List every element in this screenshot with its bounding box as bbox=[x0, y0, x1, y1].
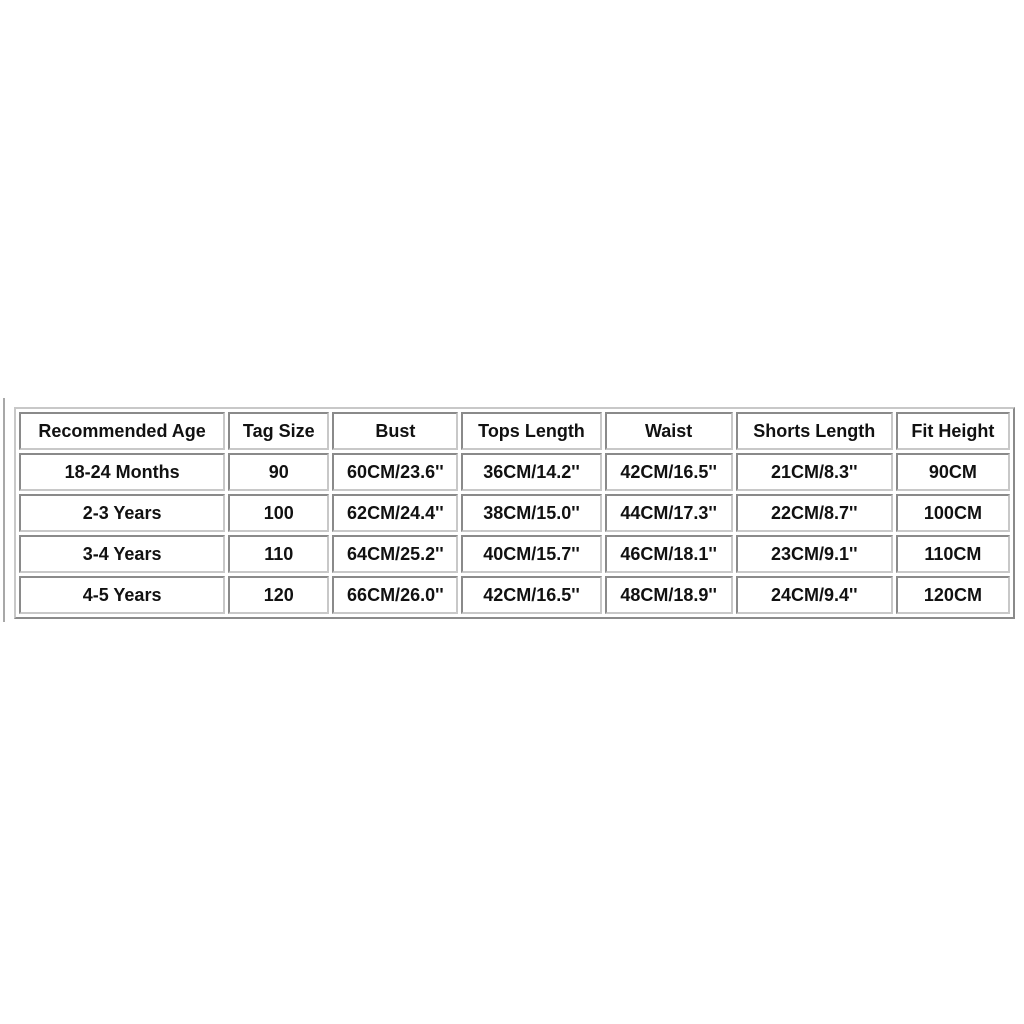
cell-waist: 42CM/16.5'' bbox=[604, 453, 733, 491]
cell-age: 3-4 Years bbox=[19, 535, 226, 573]
cell-fit-height: 100CM bbox=[895, 494, 1010, 532]
left-divider-line bbox=[3, 398, 5, 622]
cell-waist: 48CM/18.9'' bbox=[604, 576, 733, 614]
header-fit-height: Fit Height bbox=[895, 412, 1010, 450]
cell-waist: 44CM/17.3'' bbox=[604, 494, 733, 532]
table-row: 4-5 Years 120 66CM/26.0'' 42CM/16.5'' 48… bbox=[19, 576, 1010, 614]
cell-tops-length: 36CM/14.2'' bbox=[461, 453, 602, 491]
cell-age: 4-5 Years bbox=[19, 576, 226, 614]
table-row: 3-4 Years 110 64CM/25.2'' 40CM/15.7'' 46… bbox=[19, 535, 1010, 573]
cell-age: 2-3 Years bbox=[19, 494, 226, 532]
cell-age: 18-24 Months bbox=[19, 453, 226, 491]
cell-bust: 62CM/24.4'' bbox=[332, 494, 459, 532]
cell-tag-size: 120 bbox=[228, 576, 330, 614]
cell-shorts-length: 23CM/9.1'' bbox=[735, 535, 893, 573]
cell-tag-size: 110 bbox=[228, 535, 330, 573]
cell-waist: 46CM/18.1'' bbox=[604, 535, 733, 573]
header-waist: Waist bbox=[604, 412, 733, 450]
cell-tag-size: 90 bbox=[228, 453, 330, 491]
header-bust: Bust bbox=[332, 412, 459, 450]
cell-tops-length: 38CM/15.0'' bbox=[461, 494, 602, 532]
header-tops-length: Tops Length bbox=[461, 412, 602, 450]
table-row: 2-3 Years 100 62CM/24.4'' 38CM/15.0'' 44… bbox=[19, 494, 1010, 532]
cell-shorts-length: 22CM/8.7'' bbox=[735, 494, 893, 532]
cell-bust: 66CM/26.0'' bbox=[332, 576, 459, 614]
header-recommended-age: Recommended Age bbox=[19, 412, 226, 450]
cell-fit-height: 110CM bbox=[895, 535, 1010, 573]
cell-bust: 60CM/23.6'' bbox=[332, 453, 459, 491]
cell-tag-size: 100 bbox=[228, 494, 330, 532]
cell-shorts-length: 24CM/9.4'' bbox=[735, 576, 893, 614]
cell-fit-height: 90CM bbox=[895, 453, 1010, 491]
cell-shorts-length: 21CM/8.3'' bbox=[735, 453, 893, 491]
header-row: Recommended Age Tag Size Bust Tops Lengt… bbox=[19, 412, 1010, 450]
cell-tops-length: 42CM/16.5'' bbox=[461, 576, 602, 614]
header-shorts-length: Shorts Length bbox=[735, 412, 893, 450]
header-tag-size: Tag Size bbox=[228, 412, 330, 450]
table-row: 18-24 Months 90 60CM/23.6'' 36CM/14.2'' … bbox=[19, 453, 1010, 491]
cell-tops-length: 40CM/15.7'' bbox=[461, 535, 602, 573]
cell-bust: 64CM/25.2'' bbox=[332, 535, 459, 573]
cell-fit-height: 120CM bbox=[895, 576, 1010, 614]
size-chart-table: Recommended Age Tag Size Bust Tops Lengt… bbox=[14, 407, 1015, 619]
